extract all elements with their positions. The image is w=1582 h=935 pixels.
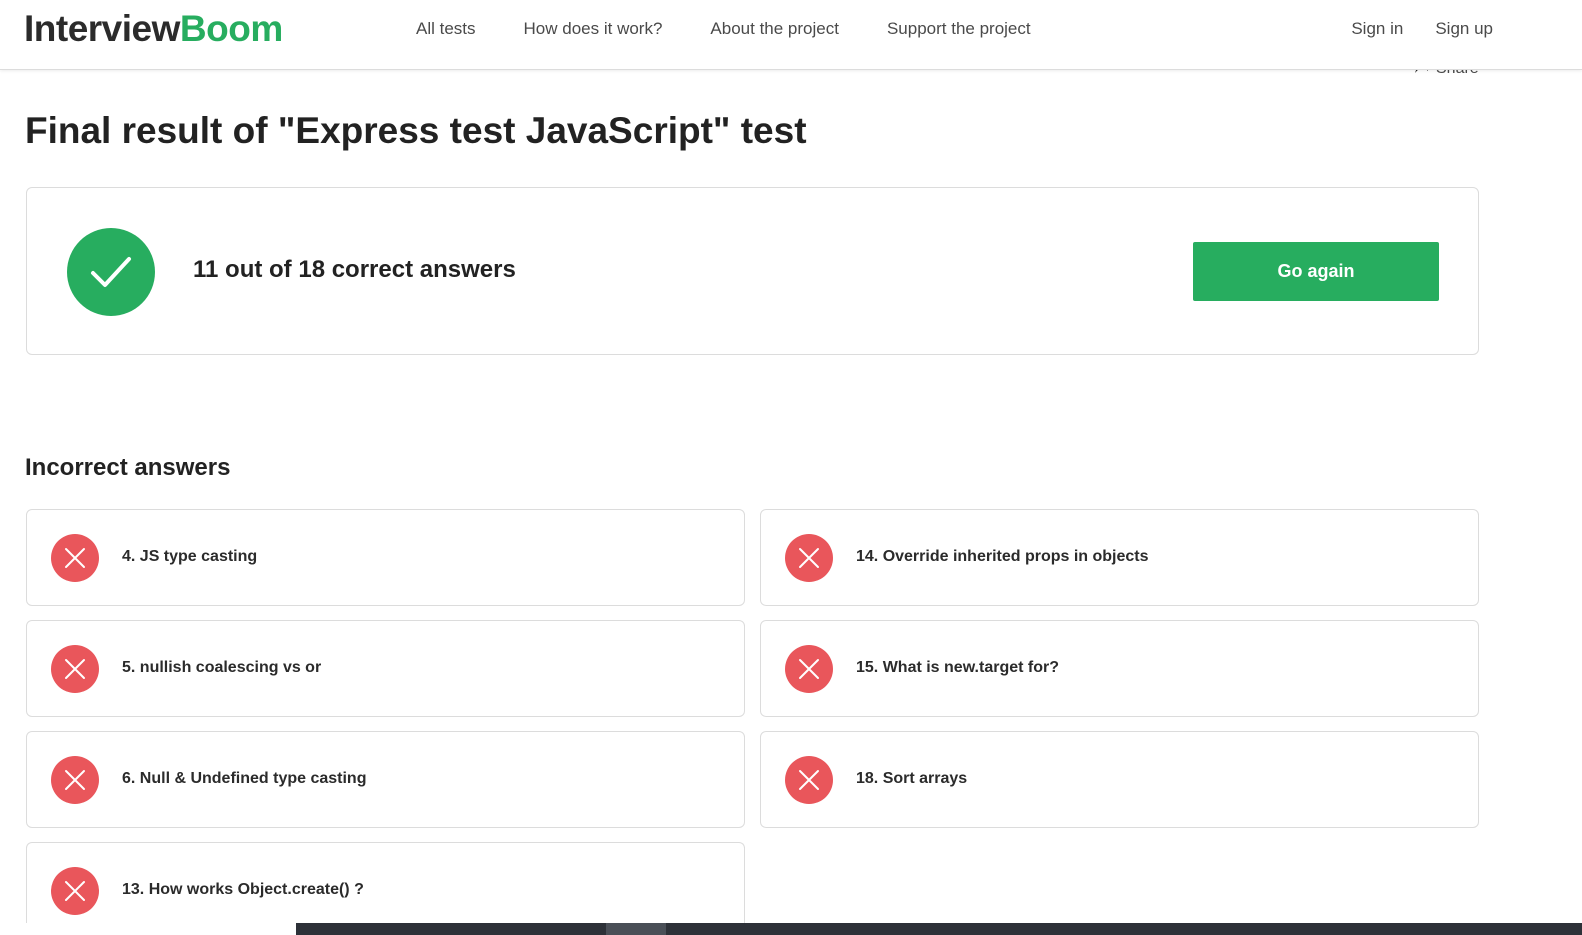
answer-label: 15. What is new.target for? [856, 659, 1059, 676]
nav-how-it-works[interactable]: How does it work? [524, 19, 663, 39]
close-icon [785, 534, 833, 582]
nav-support-project[interactable]: Support the project [887, 19, 1031, 39]
incorrect-answer-item[interactable]: 4. JS type casting [26, 509, 745, 606]
incorrect-answer-item[interactable]: 15. What is new.target for? [760, 620, 1479, 717]
nav-about-project[interactable]: About the project [710, 19, 839, 39]
close-icon [51, 756, 99, 804]
incorrect-answer-item[interactable]: 5. nullish coalescing vs or [26, 620, 745, 717]
logo-text-interview: Interview [24, 8, 180, 49]
close-icon [785, 645, 833, 693]
close-icon [51, 534, 99, 582]
logo-text-boom: Boom [179, 8, 283, 49]
result-score-text: 11 out of 18 correct answers [193, 256, 516, 283]
answer-label: 5. nullish coalescing vs or [122, 659, 322, 676]
incorrect-answer-item[interactable]: 6. Null & Undefined type casting [26, 731, 745, 828]
incorrect-answer-item[interactable]: 18. Sort arrays [760, 731, 1479, 828]
answer-label: 18. Sort arrays [856, 770, 968, 787]
checkmark-icon [67, 228, 155, 316]
answer-label: 4. JS type casting [122, 548, 258, 565]
sign-up-link[interactable]: Sign up [1435, 19, 1493, 39]
site-logo[interactable]: Interview Boom [24, 8, 283, 50]
answer-label: 6. Null & Undefined type casting [122, 770, 367, 787]
incorrect-answer-item[interactable]: 14. Override inherited props in objects [760, 509, 1479, 606]
horizontal-scrollbar[interactable] [296, 923, 1582, 935]
site-header: Interview Boom All tests How does it work… [0, 0, 1582, 70]
go-again-button[interactable]: Go again [1193, 242, 1439, 301]
close-icon [51, 645, 99, 693]
incorrect-answer-item[interactable]: 13. How works Object.create() ? [26, 842, 745, 923]
nav-all-tests[interactable]: All tests [416, 19, 476, 39]
auth-links: Sign in Sign up [1351, 19, 1493, 39]
answer-label: 14. Override inherited props in objects [856, 548, 1149, 565]
main-nav: All tests How does it work? About the pr… [416, 19, 1031, 39]
page-title: Final result of "Express test JavaScript… [25, 110, 807, 151]
sign-in-link[interactable]: Sign in [1351, 19, 1403, 39]
close-icon [51, 867, 99, 915]
incorrect-answers-heading: Incorrect answers [25, 454, 231, 481]
result-card: 11 out of 18 correct answers Go again [26, 187, 1479, 355]
answer-label: 13. How works Object.create() ? [122, 881, 364, 898]
scrollbar-thumb[interactable] [606, 923, 666, 935]
close-icon [785, 756, 833, 804]
